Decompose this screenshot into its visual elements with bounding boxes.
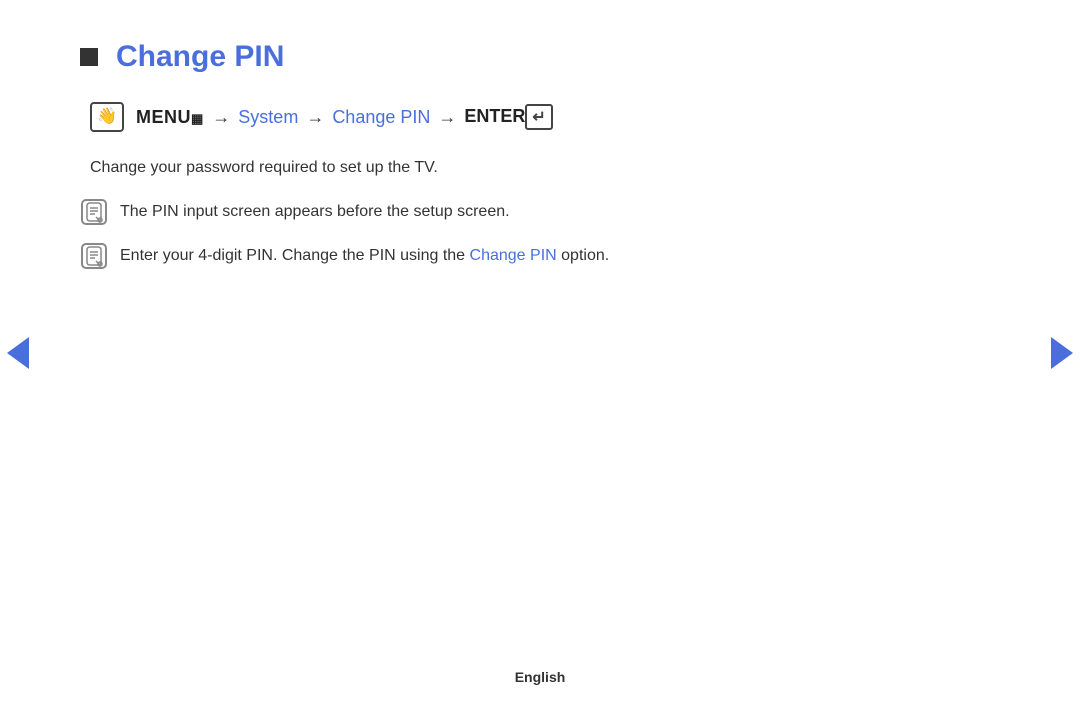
- footer-language: English: [515, 669, 566, 685]
- note-2-link: Change PIN: [470, 247, 557, 264]
- note-text-2: Enter your 4-digit PIN. Change the PIN u…: [120, 242, 609, 268]
- nav-arrow-1: →: [212, 107, 230, 128]
- note-icon-1: [80, 198, 108, 226]
- prev-page-button[interactable]: [0, 328, 36, 378]
- enter-label: ENTER↵: [464, 104, 552, 130]
- main-content: Change PIN 👋 MENU▦ → System → Change PIN…: [0, 0, 980, 326]
- footer: English: [0, 669, 1080, 685]
- left-arrow-icon: [7, 337, 29, 369]
- nav-path: 👋 MENU▦ → System → Change PIN → ENTER↵: [90, 102, 900, 132]
- note-icon-2: [80, 242, 108, 270]
- note-item-2: Enter your 4-digit PIN. Change the PIN u…: [80, 242, 900, 270]
- next-page-button[interactable]: [1044, 328, 1080, 378]
- title-row: Change PIN: [80, 40, 900, 74]
- note-2-after: option.: [557, 247, 609, 264]
- description-text: Change your password required to set up …: [90, 156, 900, 180]
- note-2-before: Enter your 4-digit PIN. Change the PIN u…: [120, 247, 470, 264]
- nav-system-label: System: [238, 107, 298, 128]
- page-title: Change PIN: [116, 40, 284, 74]
- menu-icon: 👋: [90, 102, 124, 132]
- nav-arrow-3: →: [438, 107, 456, 128]
- nav-arrow-2: →: [306, 107, 324, 128]
- enter-icon: ↵: [525, 104, 552, 130]
- title-square-icon: [80, 48, 98, 66]
- note-item-1: The PIN input screen appears before the …: [80, 198, 900, 226]
- right-arrow-icon: [1051, 337, 1073, 369]
- nav-change-pin-label: Change PIN: [332, 107, 430, 128]
- menu-label: MENU▦: [136, 107, 204, 128]
- menu-finger-icon: 👋: [97, 109, 117, 125]
- note-text-1: The PIN input screen appears before the …: [120, 198, 510, 224]
